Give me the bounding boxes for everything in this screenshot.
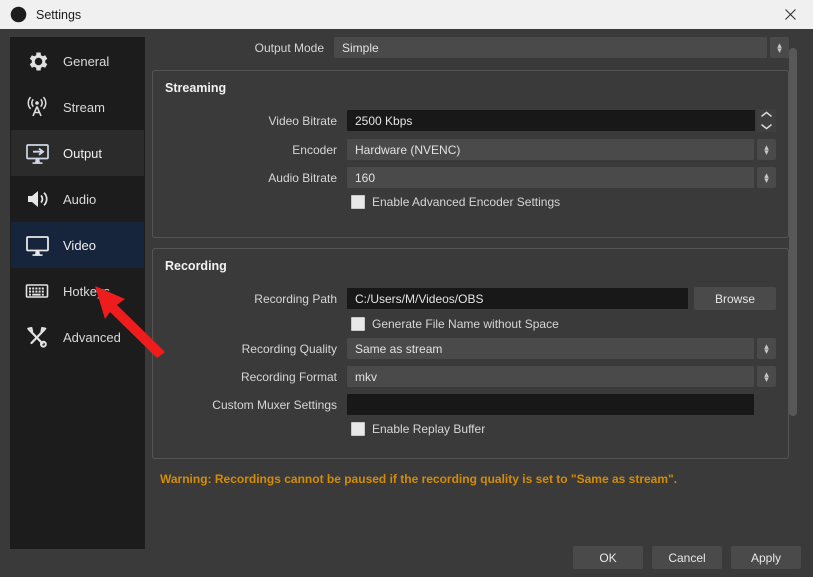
replay-buffer-row[interactable]: Enable Replay Buffer [165, 422, 776, 436]
video-bitrate-input[interactable]: 2500 Kbps [347, 110, 755, 131]
streaming-group: Streaming Video Bitrate 2500 Kbps Encode… [152, 70, 789, 238]
video-bitrate-stepper[interactable] [757, 109, 776, 132]
video-bitrate-row: Video Bitrate 2500 Kbps [165, 109, 776, 132]
recording-format-select[interactable]: mkv [347, 366, 754, 387]
sidebar-item-label: General [63, 54, 109, 69]
recording-format-row: Recording Format mkv ▴▾ [165, 366, 776, 387]
monitor-arrow-icon [22, 139, 52, 167]
sidebar-item-label: Hotkeys [63, 284, 110, 299]
cancel-button[interactable]: Cancel [652, 546, 722, 569]
scrollbar-thumb[interactable] [789, 48, 797, 416]
sidebar-item-video[interactable]: Video [11, 222, 144, 268]
window-body: General Stream [0, 29, 813, 577]
sidebar-item-audio[interactable]: Audio [11, 176, 144, 222]
replay-buffer-label: Enable Replay Buffer [372, 422, 485, 436]
window-title: Settings [36, 8, 81, 22]
speaker-icon [22, 185, 52, 213]
output-mode-select[interactable]: Simple [334, 37, 767, 58]
settings-content-panel: Output Mode Simple ▴▾ Streaming Video Bi… [152, 37, 801, 532]
audio-bitrate-label: Audio Bitrate [165, 171, 347, 185]
advanced-encoder-row[interactable]: Enable Advanced Encoder Settings [165, 195, 776, 209]
keyboard-icon [22, 277, 52, 305]
recording-quality-label: Recording Quality [165, 342, 347, 356]
sidebar-item-label: Advanced [63, 330, 121, 345]
advanced-encoder-label: Enable Advanced Encoder Settings [372, 195, 560, 209]
recording-warning-text: Warning: Recordings cannot be paused if … [160, 472, 789, 486]
generate-no-space-label: Generate File Name without Space [372, 317, 559, 331]
generate-no-space-checkbox[interactable] [351, 317, 365, 331]
recording-path-input[interactable]: C:/Users/M/Videos/OBS [347, 288, 688, 309]
recording-format-chevron-icon[interactable]: ▴▾ [757, 366, 776, 387]
sidebar-item-hotkeys[interactable]: Hotkeys [11, 268, 144, 314]
generate-no-space-row[interactable]: Generate File Name without Space [165, 317, 776, 331]
gear-icon [22, 47, 52, 75]
tools-icon [22, 323, 52, 351]
obs-logo-icon [9, 6, 27, 24]
browse-button[interactable]: Browse [694, 287, 776, 310]
sidebar-item-general[interactable]: General [11, 38, 144, 84]
sidebar-item-output[interactable]: Output [11, 130, 144, 176]
sidebar-item-label: Video [63, 238, 96, 253]
broadcast-icon [22, 93, 52, 121]
content-scrollbar[interactable] [789, 40, 797, 470]
recording-group: Recording Recording Path C:/Users/M/Vide… [152, 248, 789, 459]
output-mode-chevron-icon[interactable]: ▴▾ [770, 37, 789, 58]
output-mode-row: Output Mode Simple ▴▾ [152, 37, 789, 58]
custom-muxer-row: Custom Muxer Settings [165, 394, 776, 415]
encoder-row: Encoder Hardware (NVENC) ▴▾ [165, 139, 776, 160]
sidebar-item-advanced[interactable]: Advanced [11, 314, 144, 360]
custom-muxer-label: Custom Muxer Settings [165, 398, 347, 412]
recording-format-label: Recording Format [165, 370, 347, 384]
recording-group-title: Recording [165, 259, 776, 273]
encoder-select[interactable]: Hardware (NVENC) [347, 139, 754, 160]
replay-buffer-checkbox[interactable] [351, 422, 365, 436]
apply-button[interactable]: Apply [731, 546, 801, 569]
sidebar-item-label: Audio [63, 192, 96, 207]
title-bar: Settings [0, 0, 813, 29]
dialog-buttons: OK Cancel Apply [573, 546, 801, 569]
recording-quality-row: Recording Quality Same as stream ▴▾ [165, 338, 776, 359]
encoder-chevron-icon[interactable]: ▴▾ [757, 139, 776, 160]
output-mode-label: Output Mode [152, 41, 334, 55]
advanced-encoder-checkbox[interactable] [351, 195, 365, 209]
custom-muxer-input[interactable] [347, 394, 754, 415]
streaming-group-title: Streaming [165, 81, 776, 95]
video-bitrate-label: Video Bitrate [165, 114, 347, 128]
recording-path-row: Recording Path C:/Users/M/Videos/OBS Bro… [165, 287, 776, 310]
recording-quality-select[interactable]: Same as stream [347, 338, 754, 359]
settings-sidebar: General Stream [10, 37, 145, 549]
close-icon[interactable] [767, 0, 813, 29]
sidebar-item-stream[interactable]: Stream [11, 84, 144, 130]
output-settings-page: Output Mode Simple ▴▾ Streaming Video Bi… [152, 37, 789, 486]
sidebar-item-label: Output [63, 146, 102, 161]
sidebar-item-label: Stream [63, 100, 105, 115]
audio-bitrate-row: Audio Bitrate 160 ▴▾ [165, 167, 776, 188]
audio-bitrate-select[interactable]: 160 [347, 167, 754, 188]
recording-quality-chevron-icon[interactable]: ▴▾ [757, 338, 776, 359]
recording-path-label: Recording Path [165, 292, 347, 306]
ok-button[interactable]: OK [573, 546, 643, 569]
monitor-icon [22, 231, 52, 259]
audio-bitrate-chevron-icon[interactable]: ▴▾ [757, 167, 776, 188]
encoder-label: Encoder [165, 143, 347, 157]
